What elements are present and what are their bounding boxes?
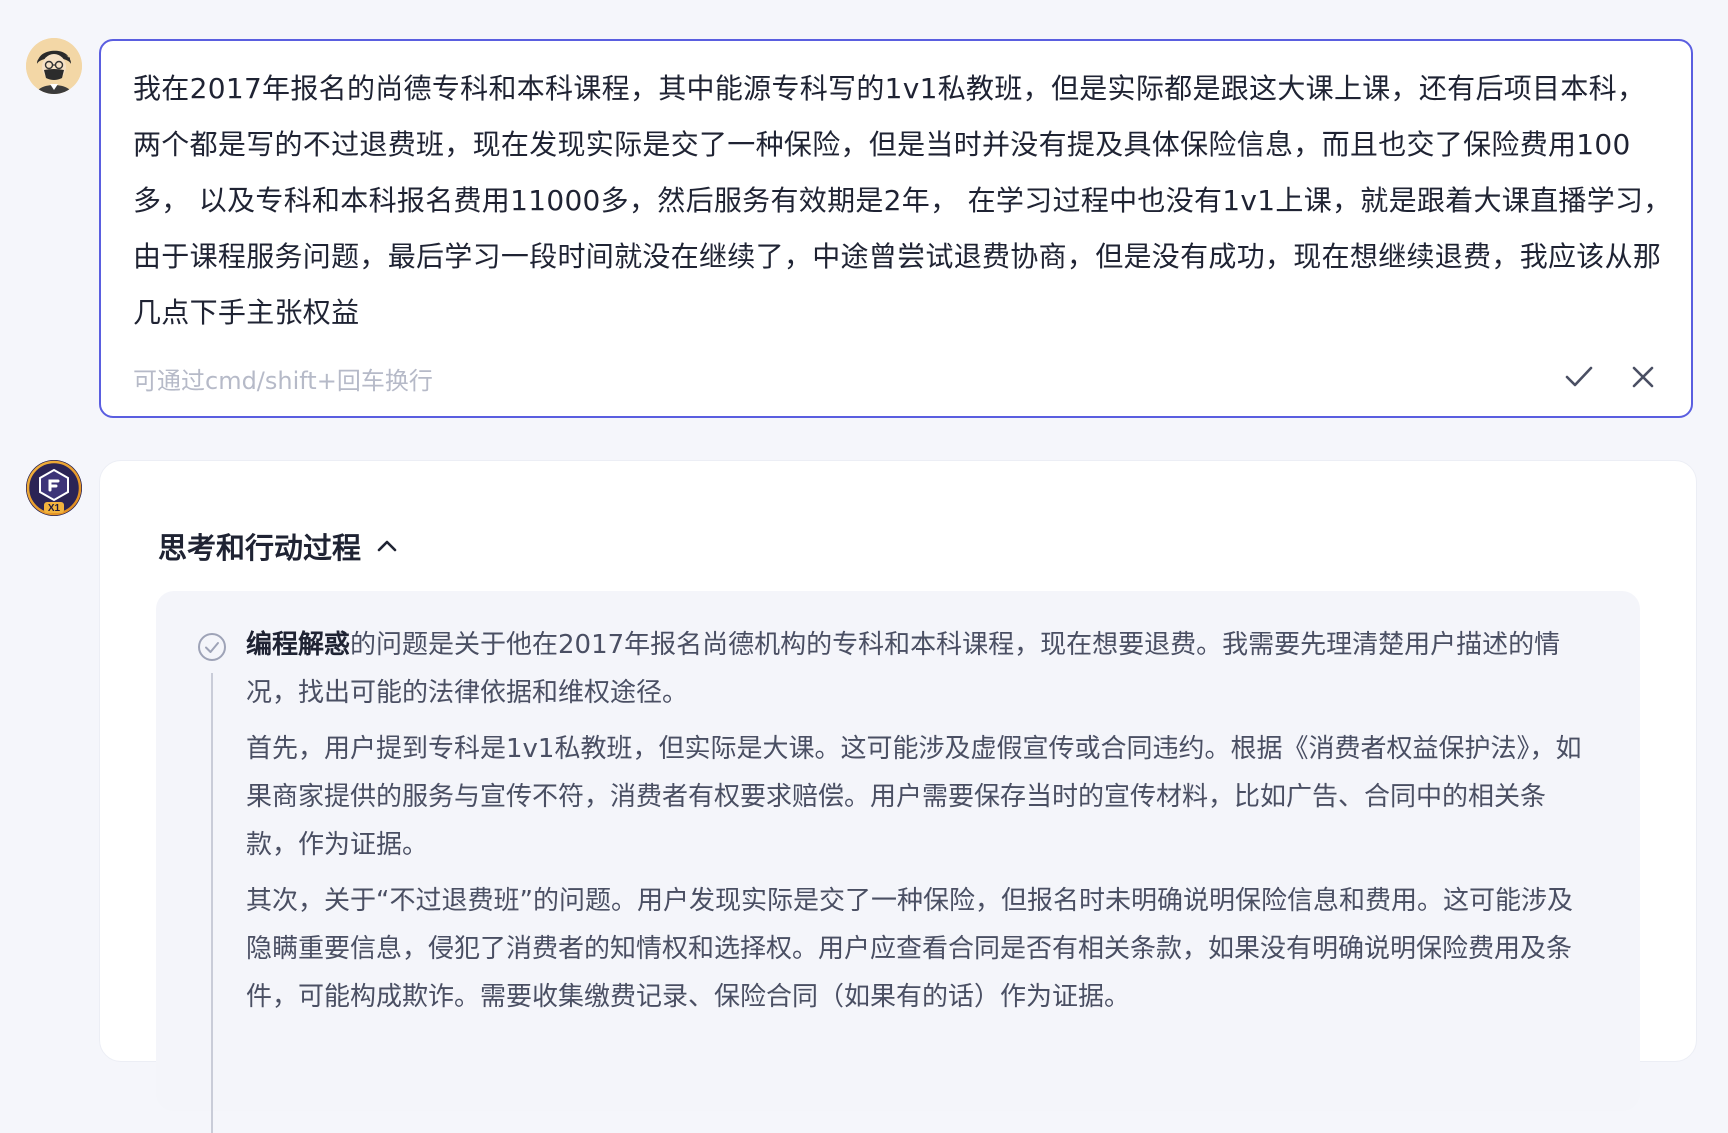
thinking-paragraph-1: 编程解惑的问题是关于他在2017年报名尚德机构的专科和本科课程，现在想要退费。我… bbox=[246, 621, 1586, 717]
assistant-avatar-label: X1 bbox=[48, 503, 61, 514]
thinking-para1-text: 的问题是关于他在2017年报名尚德机构的专科和本科课程，现在想要退费。我需要先理… bbox=[246, 630, 1561, 708]
user-avatar-icon bbox=[26, 38, 82, 94]
step-timeline bbox=[211, 673, 213, 1133]
chevron-up-icon bbox=[377, 540, 397, 552]
thinking-lead: 编程解惑 bbox=[246, 630, 351, 660]
confirm-edit-button[interactable] bbox=[1561, 359, 1597, 395]
edit-actions bbox=[1561, 359, 1661, 395]
thinking-toggle[interactable]: 思考和行动过程 bbox=[158, 525, 399, 567]
newline-hint: 可通过cmd/shift+回车换行 bbox=[133, 367, 433, 395]
message-edit-box[interactable]: 我在2017年报名的尚德专科和本科课程，其中能源专科写的1v1私教班，但是实际都… bbox=[99, 39, 1693, 418]
check-icon bbox=[1565, 366, 1593, 387]
check-circle-icon bbox=[198, 633, 226, 661]
assistant-message-card: 思考和行动过程 编程解惑的问题是关于他在2017年报名尚德机构的专科和本科课程，… bbox=[99, 460, 1697, 1133]
user-avatar bbox=[26, 38, 82, 94]
thinking-panel: 编程解惑的问题是关于他在2017年报名尚德机构的专科和本科课程，现在想要退费。我… bbox=[156, 591, 1640, 1133]
message-edit-text[interactable]: 我在2017年报名的尚德专科和本科课程，其中能源专科写的1v1私教班，但是实际都… bbox=[133, 61, 1673, 341]
user-message-row: 我在2017年报名的尚德专科和本科课程，其中能源专科写的1v1私教班，但是实际都… bbox=[0, 0, 1728, 430]
assistant-logo-icon: X1 bbox=[26, 460, 82, 516]
thinking-paragraph-2: 首先，用户提到专科是1v1私教班，但实际是大课。这可能涉及虚假宣传或合同违约。根… bbox=[246, 734, 1582, 860]
thinking-content: 编程解惑的问题是关于他在2017年报名尚德机构的专科和本科课程，现在想要退费。我… bbox=[246, 621, 1586, 1029]
cancel-edit-button[interactable] bbox=[1625, 359, 1661, 395]
thinking-paragraph-3: 其次，关于“不过退费班”的问题。用户发现实际是交了一种保险，但报名时未明确说明保… bbox=[246, 886, 1573, 1012]
close-icon bbox=[1632, 366, 1654, 388]
assistant-avatar: X1 bbox=[26, 460, 82, 516]
thinking-header-label: 思考和行动过程 bbox=[158, 531, 362, 565]
